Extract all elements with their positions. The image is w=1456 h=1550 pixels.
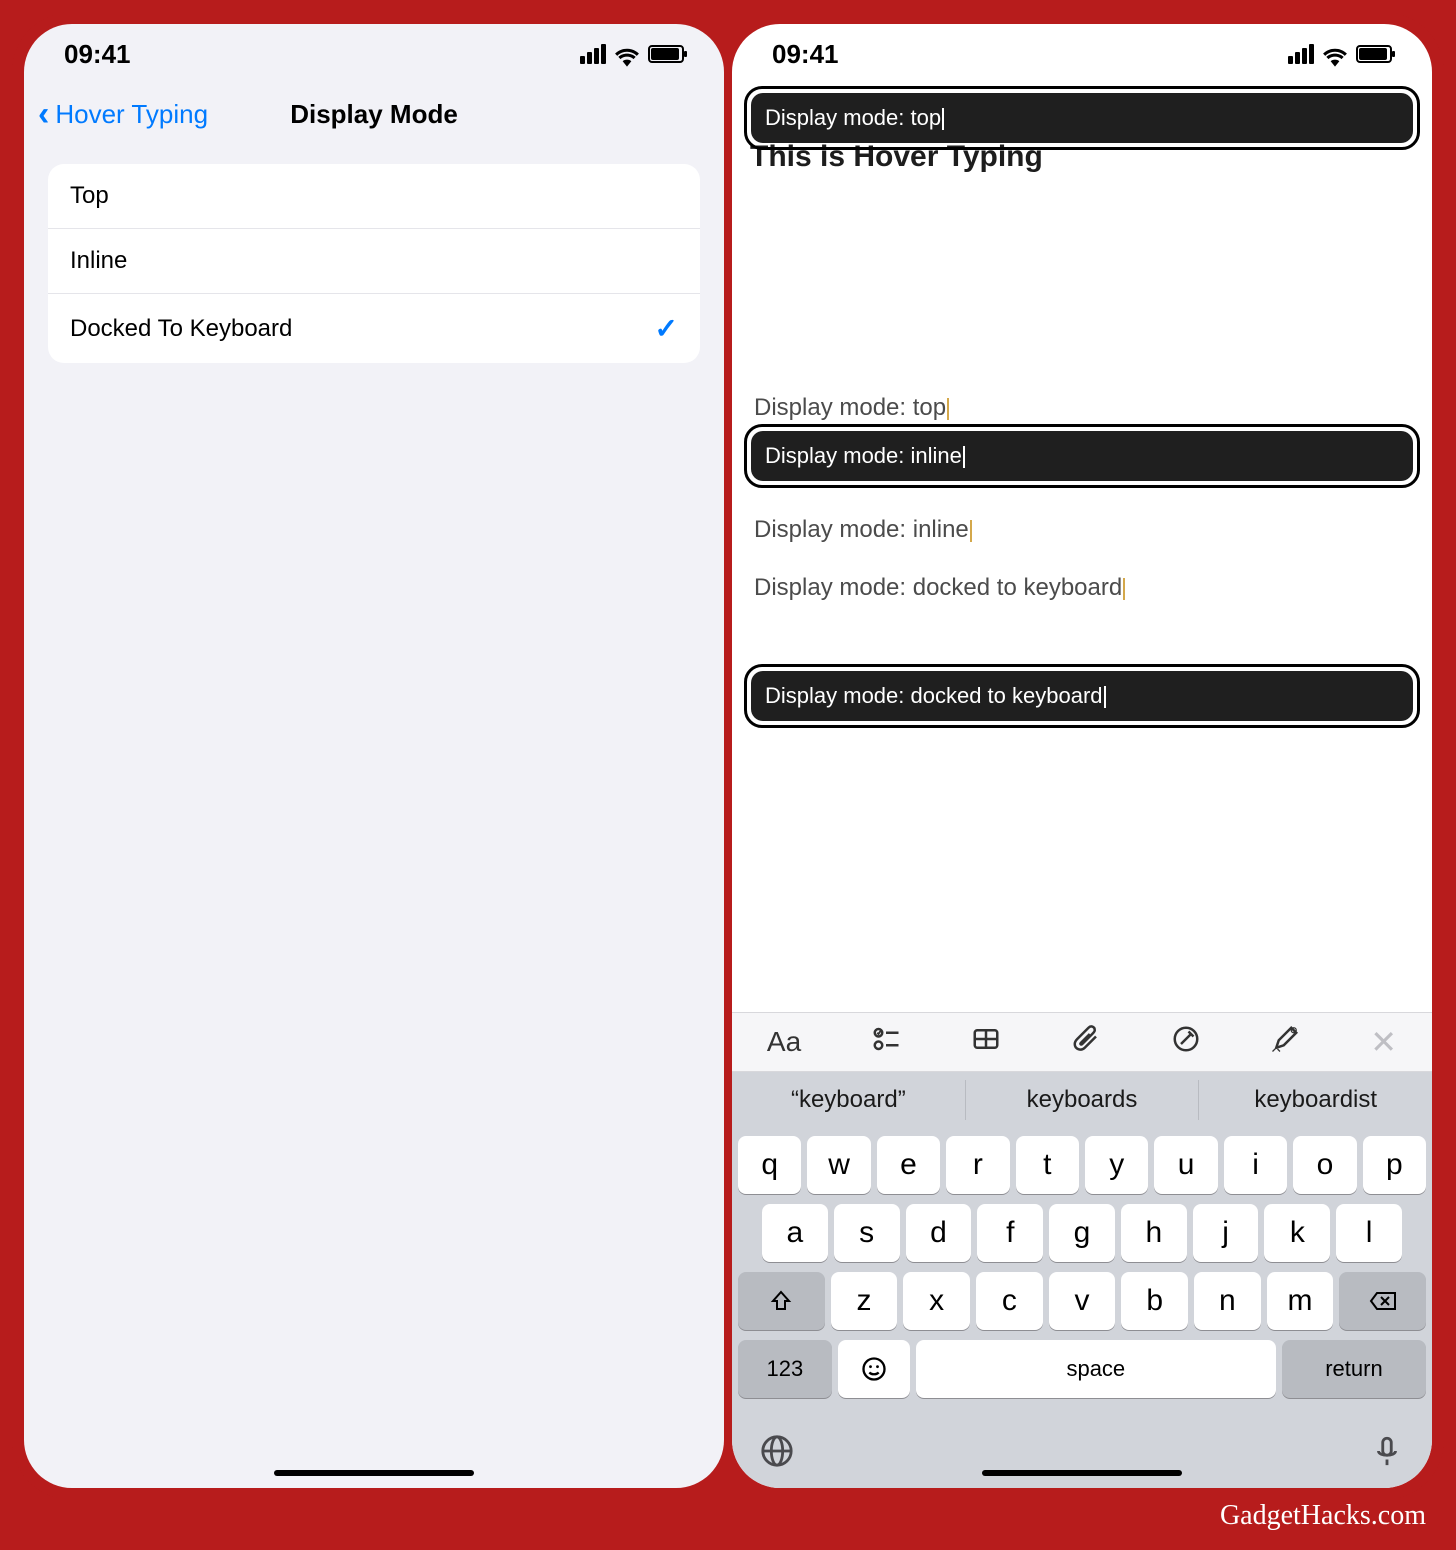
suggestion[interactable]: keyboards	[966, 1080, 1200, 1120]
option-label: Top	[70, 182, 109, 210]
cursor-icon	[963, 446, 965, 468]
key-g[interactable]: g	[1049, 1204, 1115, 1262]
status-bar: 09:41	[24, 24, 724, 84]
keyboard-suggestions: “keyboard” keyboards keyboardist	[732, 1072, 1432, 1128]
wifi-icon	[1322, 44, 1348, 64]
key-t[interactable]: t	[1016, 1136, 1079, 1194]
shift-key[interactable]	[738, 1272, 825, 1330]
home-indicator[interactable]	[982, 1470, 1182, 1476]
key-row-4: 123 space return	[738, 1340, 1426, 1398]
option-label: Inline	[70, 247, 127, 275]
key-l[interactable]: l	[1336, 1204, 1402, 1262]
key-h[interactable]: h	[1121, 1204, 1187, 1262]
key-x[interactable]: x	[903, 1272, 970, 1330]
key-row-3: z x c v b n m	[738, 1272, 1426, 1330]
key-b[interactable]: b	[1121, 1272, 1188, 1330]
keyboard: q w e r t y u i o p a s d f g h j k l	[732, 1128, 1432, 1418]
keyboard-bottom	[732, 1418, 1432, 1488]
back-chevron-icon[interactable]: ‹	[38, 97, 49, 131]
option-inline[interactable]: Inline	[48, 229, 700, 294]
cellular-icon	[580, 44, 606, 64]
cursor-icon	[1104, 686, 1106, 708]
battery-icon	[648, 45, 684, 63]
back-button[interactable]: Hover Typing	[55, 99, 208, 130]
key-d[interactable]: d	[906, 1204, 972, 1262]
key-y[interactable]: y	[1085, 1136, 1148, 1194]
emoji-key[interactable]	[838, 1340, 910, 1398]
key-i[interactable]: i	[1224, 1136, 1287, 1194]
wifi-icon	[614, 44, 640, 64]
cursor-icon	[947, 398, 949, 420]
checklist-icon[interactable]	[871, 1024, 901, 1061]
key-s[interactable]: s	[834, 1204, 900, 1262]
note-line: Display mode: docked to keyboard	[754, 574, 1125, 602]
format-button[interactable]: Aa	[767, 1026, 801, 1058]
compose-icon[interactable]	[1270, 1024, 1300, 1061]
suggestion[interactable]: “keyboard”	[732, 1080, 966, 1120]
attachment-icon[interactable]	[1071, 1024, 1101, 1061]
status-indicators	[1288, 44, 1392, 64]
key-a[interactable]: a	[762, 1204, 828, 1262]
key-p[interactable]: p	[1363, 1136, 1426, 1194]
key-k[interactable]: k	[1264, 1204, 1330, 1262]
key-row-2: a s d f g h j k l	[738, 1204, 1426, 1262]
key-n[interactable]: n	[1194, 1272, 1261, 1330]
nav-bar: ‹ Hover Typing Display Mode	[24, 84, 724, 144]
numeric-key[interactable]: 123	[738, 1340, 832, 1398]
notes-screen: 09:41 ‹ Back Done This is Hover Typing	[732, 24, 1432, 1488]
suggestion[interactable]: keyboardist	[1199, 1080, 1432, 1120]
hover-typing-top: Display mode: top	[744, 86, 1420, 150]
status-time: 09:41	[772, 39, 839, 70]
key-m[interactable]: m	[1267, 1272, 1334, 1330]
close-toolbar-icon[interactable]: ✕	[1370, 1023, 1397, 1061]
status-indicators	[580, 44, 684, 64]
key-z[interactable]: z	[831, 1272, 898, 1330]
key-o[interactable]: o	[1293, 1136, 1356, 1194]
key-c[interactable]: c	[976, 1272, 1043, 1330]
return-key[interactable]: return	[1282, 1340, 1426, 1398]
note-line: Display mode: top	[754, 394, 949, 422]
hover-text: Display mode: inline	[765, 443, 962, 468]
key-q[interactable]: q	[738, 1136, 801, 1194]
hover-text: Display mode: top	[765, 105, 941, 130]
option-docked[interactable]: Docked To Keyboard ✓	[48, 294, 700, 363]
status-bar: 09:41	[732, 24, 1432, 84]
home-indicator[interactable]	[274, 1470, 474, 1476]
note-line: Display mode: inline	[754, 516, 972, 544]
key-e[interactable]: e	[877, 1136, 940, 1194]
key-v[interactable]: v	[1049, 1272, 1116, 1330]
mic-icon[interactable]	[1370, 1434, 1404, 1473]
key-row-1: q w e r t y u i o p	[738, 1136, 1426, 1194]
delete-key[interactable]	[1339, 1272, 1426, 1330]
watermark: GadgetHacks.com	[1220, 1500, 1426, 1532]
settings-screen: 09:41 ‹ Hover Typing Display Mode Top In…	[24, 24, 724, 1488]
key-j[interactable]: j	[1193, 1204, 1259, 1262]
key-f[interactable]: f	[977, 1204, 1043, 1262]
cellular-icon	[1288, 44, 1314, 64]
status-time: 09:41	[64, 39, 131, 70]
hover-typing-inline: Display mode: inline	[744, 424, 1420, 488]
space-key[interactable]: space	[916, 1340, 1276, 1398]
key-w[interactable]: w	[807, 1136, 870, 1194]
option-label: Docked To Keyboard	[70, 315, 292, 343]
cursor-icon	[970, 520, 972, 542]
key-u[interactable]: u	[1154, 1136, 1217, 1194]
hover-typing-docked: Display mode: docked to keyboard	[744, 664, 1420, 728]
page-title: Display Mode	[290, 99, 458, 130]
display-mode-list: Top Inline Docked To Keyboard ✓	[48, 164, 700, 363]
cursor-icon	[1123, 578, 1125, 600]
globe-icon[interactable]	[760, 1434, 794, 1473]
table-icon[interactable]	[971, 1024, 1001, 1061]
checkmark-icon: ✓	[655, 312, 678, 345]
battery-icon	[1356, 45, 1392, 63]
markup-icon[interactable]	[1171, 1024, 1201, 1061]
notes-content[interactable]: ‹ Back Done This is Hover Typing Display…	[732, 84, 1432, 1012]
notes-toolbar: Aa ✕	[732, 1012, 1432, 1072]
hover-text: Display mode: docked to keyboard	[765, 683, 1103, 708]
option-top[interactable]: Top	[48, 164, 700, 229]
cursor-icon	[942, 108, 944, 130]
key-r[interactable]: r	[946, 1136, 1009, 1194]
